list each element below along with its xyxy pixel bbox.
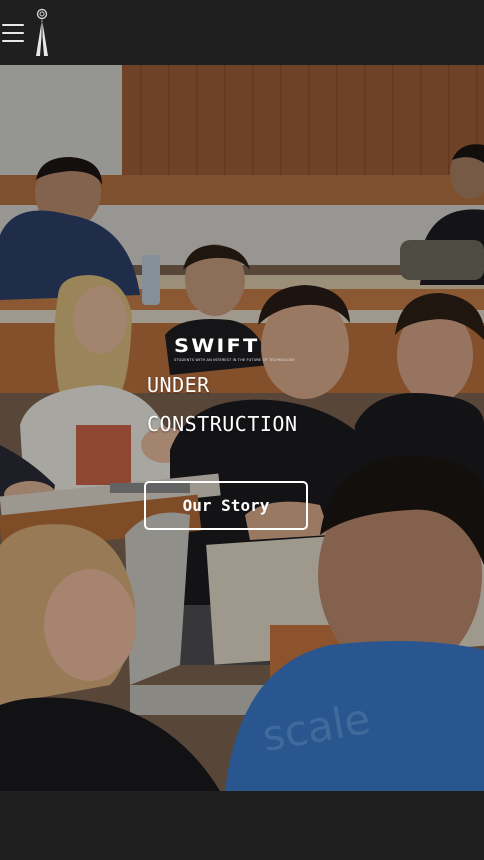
our-story-button[interactable]: Our Story (144, 481, 308, 530)
swift-logo-tagline: STUDENTS WITH AN INTEREST IN THE FUTURE … (174, 358, 295, 362)
page-headline: UNDER CONSTRUCTION (147, 366, 298, 444)
hero-section: scale SWIFT STUDENTS WITH AN INTEREST IN… (0, 65, 484, 791)
swift-logo-wordmark: SWIFT (174, 335, 260, 357)
hamburger-menu-icon[interactable] (0, 22, 26, 44)
page-footer (0, 791, 484, 860)
swift-logo: SWIFT STUDENTS WITH AN INTEREST IN THE F… (174, 335, 295, 363)
swift-tower-logo-icon[interactable] (32, 8, 52, 58)
top-navigation-bar (0, 0, 484, 65)
headline-line-2: CONSTRUCTION (147, 412, 298, 436)
headline-line-1: UNDER (147, 373, 210, 397)
